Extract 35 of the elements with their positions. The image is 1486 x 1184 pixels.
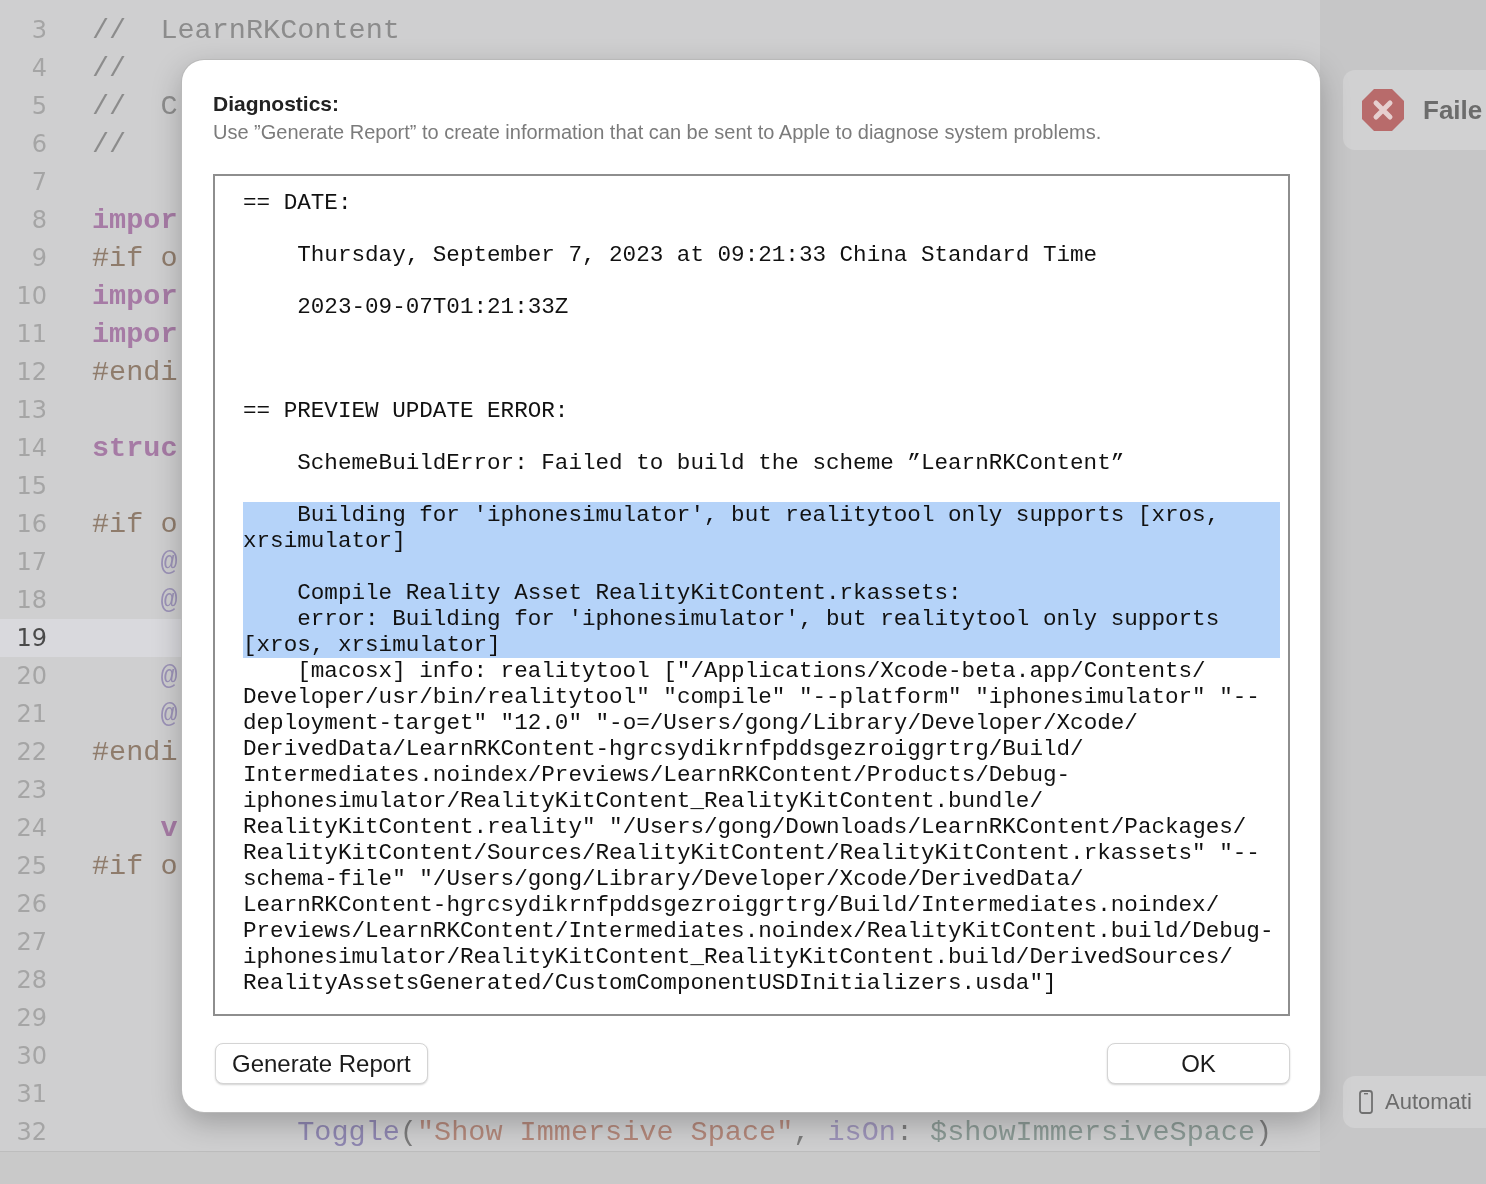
code-line: // C <box>92 89 178 123</box>
code-line: // <box>92 51 127 85</box>
code-line: @ <box>159 545 178 579</box>
code-line: v <box>159 811 178 845</box>
report-heading: == PREVIEW UPDATE ERROR: <box>243 398 570 424</box>
code-line: #endi <box>92 355 178 389</box>
code-line: impor <box>92 279 178 313</box>
ok-button[interactable]: OK <box>1107 1043 1290 1084</box>
code-line: struc <box>92 431 178 465</box>
code-line: @ <box>159 583 178 617</box>
phone-icon <box>1359 1090 1373 1114</box>
code-line: @ <box>159 697 178 731</box>
code-line: Toggle("Show Immersive Space", isOn: $showImmersiveSpace) <box>296 1115 1273 1149</box>
error-icon <box>1361 88 1405 132</box>
notification-text: Automati <box>1385 1089 1472 1115</box>
dialog-title: Diagnostics: <box>213 91 341 117</box>
code-line: // <box>92 127 127 161</box>
code-line: impor <box>92 203 178 237</box>
notification-text: Faile <box>1423 94 1483 126</box>
report-line: Thursday, September 7, 2023 at 09:21:33 China Standard Time <box>296 242 1099 268</box>
code-line: // LearnRKContent <box>92 13 400 47</box>
code-line: #endi <box>92 735 178 769</box>
line-number: 19 <box>15 624 47 652</box>
report-line: [macosx] info: realitytool ["/Applications/Xcode-beta.app/Contents/Developer/usr/bin/realitytool" "compile" "--platform" "iphonesimulator" "--deployment-target" "12.0" "-o=/Users/gong/Library/Developer/Xcode/DerivedData/LearnRKContent-hgrcsydikrnfpddsgezroiggrtrg/Build/Intermediates.noindex/Previews/LearnRKContent/Products/Debug-iphonesimulator/RealityKitContent_RealityKitContent.bundle/RealityKitContent.reality" "/Users/gong/Downloads/LearnRKContent/Packages/RealityKitContent/Sources/RealityKitContent/RealityKitContent.rkassets" "--schema-file" "/Users/gong/Library/Developer/Xcode/DerivedData/LearnRKContent-hgrcsydikrnfpddsgezroiggrtrg/Build/Intermediates.noindex/Previews/LearnRKContent/Intermediates.noindex/RealityKitContent.build/Debug-iphonesimulator/RealityKitContent_RealityKitContent.build/DerivedSources/RealityAssetsGenerated/CustomComponentUSDInitializers.usda"] <box>243 658 1275 996</box>
report-line: SchemeBuildError: Failed to build the scheme ”LearnRKContent” <box>296 450 1126 476</box>
code-line: #if o <box>92 241 178 275</box>
generate-report-button[interactable]: Generate Report <box>215 1043 428 1084</box>
code-line: #if o <box>92 507 178 541</box>
dialog-message: Use ”Generate Report” to create information that can be sent to Apple to diagnose system problems. <box>213 120 1103 145</box>
code-line: #if o <box>92 849 178 883</box>
report-text-area[interactable] <box>213 174 1290 1016</box>
code-line: impor <box>92 317 178 351</box>
report-line: 2023-09-07T01:21:33Z <box>296 294 570 320</box>
report-heading: == DATE: <box>243 190 353 216</box>
code-line: @ <box>159 659 178 693</box>
